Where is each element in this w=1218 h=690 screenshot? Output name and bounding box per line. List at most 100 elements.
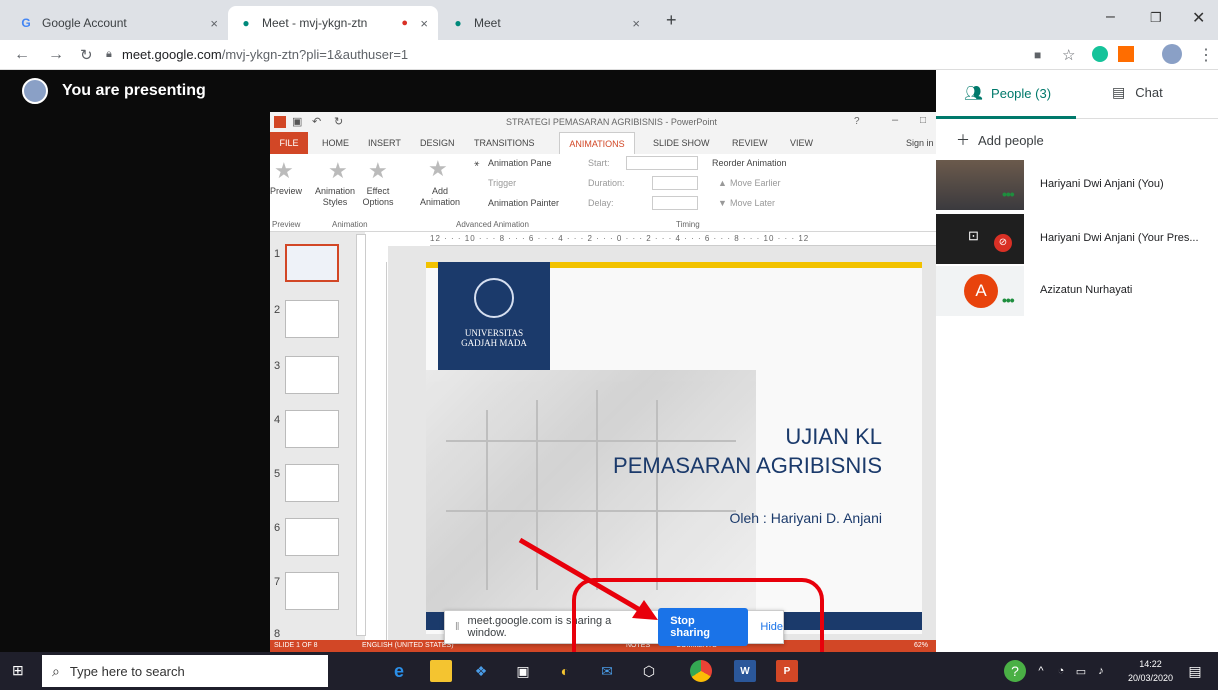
animation-star-icon: ★ [328, 158, 348, 183]
add-animation-button[interactable]: Add Animation [416, 186, 464, 208]
extension-icon[interactable] [1118, 46, 1134, 62]
chrome-icon[interactable] [690, 660, 712, 682]
tray-chevron-icon[interactable]: ^ [1030, 660, 1052, 682]
close-window-icon[interactable]: ✕ [1192, 8, 1205, 28]
profile-avatar[interactable] [1162, 44, 1182, 64]
tab-close-icon[interactable]: × [632, 16, 640, 31]
taskbar-search-input[interactable]: ⌕ Type here to search [42, 655, 328, 687]
chat-tab-label: Chat [1135, 85, 1163, 100]
taskbar-clock[interactable]: 14:22 20/03/2020 [1128, 657, 1173, 685]
add-person-icon: ＋ [956, 132, 970, 148]
back-icon[interactable]: ← [14, 46, 30, 64]
effect-options-button[interactable]: Effect Options [358, 186, 398, 208]
undo-icon[interactable]: ↶ [312, 115, 321, 128]
help-icon[interactable]: ? [854, 116, 860, 127]
audio-activity-icon: ••• [1002, 292, 1015, 308]
dropbox-icon[interactable]: ❖ [470, 660, 492, 682]
slide-title: UJIAN KL PEMASARAN AGRIBISNIS [613, 422, 882, 480]
notifications-icon[interactable]: ▤ [1184, 660, 1206, 682]
tab-people[interactable]: 👥︎ People (3) [964, 84, 1051, 102]
star-icon[interactable]: ☆ [1062, 46, 1075, 64]
delay-input[interactable] [652, 196, 698, 210]
battery-icon[interactable]: ▭ [1070, 660, 1092, 682]
slide-thumbnail[interactable] [285, 464, 339, 502]
mail-icon[interactable]: ✉ [596, 660, 618, 682]
sign-in-link[interactable]: Sign in [906, 138, 934, 148]
start-dropdown[interactable] [626, 156, 698, 170]
powerpoint-taskbar-icon[interactable]: P [776, 660, 798, 682]
edge-icon[interactable]: e [388, 660, 410, 682]
ribbon-tab-insert[interactable]: INSERT [368, 138, 401, 148]
move-later-button[interactable]: Move Later [730, 198, 775, 208]
file-explorer-icon[interactable] [430, 660, 452, 682]
move-earlier-button[interactable]: Move Earlier [730, 178, 781, 188]
new-tab-button[interactable]: + [666, 10, 677, 31]
3d-viewer-icon[interactable]: ⬡ [638, 660, 660, 682]
slide-thumbnail[interactable] [285, 572, 339, 610]
slide-thumbnail[interactable] [285, 356, 339, 394]
windows-start-icon[interactable]: ⊞ [12, 662, 24, 679]
address-bar: ← → ↻ 🔒︎ meet.google.com/mvj-ykgn-ztn?pl… [0, 40, 1218, 70]
tab-chat[interactable]: ▤ Chat [1112, 84, 1163, 101]
ribbon-tab-home[interactable]: HOME [322, 138, 349, 148]
url-field[interactable]: meet.google.com/mvj-ykgn-ztn?pli=1&authu… [122, 47, 408, 62]
thumbnails-scrollbar[interactable] [356, 234, 366, 636]
participant-row[interactable]: ••• Hariyani Dwi Anjani (You) [936, 160, 1218, 210]
start-label: Start: [588, 158, 610, 168]
help-tray-icon[interactable]: ? [1004, 660, 1026, 682]
powerpoint-window: ▣ ↶ ↻ STRATEGI PEMASARAN AGRIBISNIS - Po… [270, 112, 938, 652]
minimize-icon[interactable]: – [1106, 8, 1115, 26]
tab-title: Meet [474, 16, 501, 30]
word-icon[interactable]: W [734, 660, 756, 682]
ribbon-tab-design[interactable]: DESIGN [420, 138, 455, 148]
reload-icon[interactable]: ↻ [80, 46, 93, 64]
participant-row[interactable]: A ••• Azizatun Nurhayati [936, 266, 1218, 316]
slide-thumbnail[interactable] [285, 410, 339, 448]
grammarly-icon[interactable] [1092, 46, 1108, 62]
tab-close-icon[interactable]: × [210, 16, 218, 31]
ribbon-tab-transitions[interactable]: TRANSITIONS [474, 138, 535, 148]
ppt-minimize-icon[interactable]: – [892, 114, 898, 126]
network-icon[interactable]: ◔ [1050, 660, 1072, 682]
ribbon-tab-slide-show[interactable]: SLIDE SHOW [653, 138, 710, 148]
tab-close-icon[interactable]: × [420, 16, 428, 31]
ppt-restore-icon[interactable]: □ [920, 115, 926, 126]
drag-handle-icon[interactable]: ‖ [455, 621, 460, 633]
forward-icon[interactable]: → [48, 46, 64, 64]
slide-thumbnail[interactable] [285, 518, 339, 556]
slide-thumbnail[interactable] [285, 244, 339, 282]
ribbon-tab-file[interactable]: FILE [270, 132, 308, 154]
participant-name: Hariyani Dwi Anjani (You) [1040, 178, 1164, 190]
volume-icon[interactable]: ♪ [1090, 660, 1112, 682]
thumb-number: 5 [274, 468, 281, 480]
ribbon-tab-review[interactable]: REVIEW [732, 138, 768, 148]
store-icon[interactable]: ▣ [512, 660, 534, 682]
save-icon[interactable]: ▣ [292, 115, 302, 128]
tab-meet[interactable]: ● Meet × [440, 6, 650, 40]
office-icon[interactable]: ◐ [554, 660, 576, 682]
group-label-animation: Animation [332, 220, 368, 229]
preview-button[interactable]: Preview [270, 186, 302, 196]
tab-google-account[interactable]: G Google Account × [8, 6, 228, 40]
search-placeholder: Type here to search [69, 663, 185, 679]
add-people-label: Add people [978, 132, 1044, 148]
animation-pane-button[interactable]: Animation Pane [488, 158, 552, 168]
menu-icon[interactable]: ⋮ [1198, 45, 1214, 65]
ribbon-tab-animations[interactable]: ANIMATIONS [559, 132, 635, 154]
animation-styles-button[interactable]: Animation Styles [314, 186, 356, 208]
participant-row[interactable]: ⊡ ⊘ Hariyani Dwi Anjani (Your Pres... [936, 214, 1218, 264]
animation-painter-button[interactable]: Animation Painter [488, 198, 559, 208]
animation-pane-icon: ⚹ [474, 158, 480, 168]
add-people-button[interactable]: ＋ Add people [956, 130, 1044, 150]
camera-icon[interactable]: ■ [1034, 48, 1041, 62]
zoom-level[interactable]: 62% [914, 642, 928, 649]
tab-meet-call[interactable]: ● Meet - mvj-ykgn-ztn ● × [228, 6, 438, 40]
ribbon-tab-view[interactable]: VIEW [790, 138, 813, 148]
restore-icon[interactable]: ❐ [1150, 10, 1162, 26]
thumb-number: 7 [274, 576, 281, 588]
clock-date: 20/03/2020 [1128, 673, 1174, 683]
slide-thumbnail[interactable] [285, 300, 339, 338]
trigger-button[interactable]: Trigger [488, 178, 516, 188]
duration-input[interactable] [652, 176, 698, 190]
redo-icon[interactable]: ↻ [334, 115, 343, 128]
